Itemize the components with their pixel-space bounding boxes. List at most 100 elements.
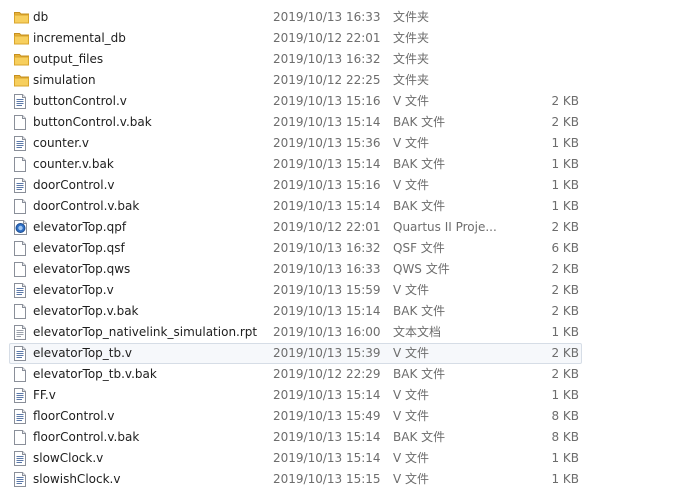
file-size: 1 KB <box>551 199 579 213</box>
file-type: 文件夹 <box>393 73 430 87</box>
file-row[interactable]: output_files 2019/10/13 16:32 文件夹 <box>0 49 681 70</box>
file-row[interactable]: db 2019/10/13 16:33 文件夹 <box>0 7 681 28</box>
file-name[interactable]: FF.v <box>33 385 56 406</box>
file-row[interactable]: buttonControl.v 2019/10/13 15:16 V 文件 2 KB <box>0 91 681 112</box>
folder-icon <box>14 52 29 67</box>
folder-icon <box>14 10 29 25</box>
file-row[interactable]: elevatorTop.v.bak 2019/10/13 15:14 BAK 文件 2… <box>0 301 681 322</box>
file-name[interactable]: counter.v <box>33 133 89 154</box>
file-name[interactable]: slowishClock.v <box>33 469 120 490</box>
file-size: 1 KB <box>551 472 579 486</box>
file-date-modified: 2019/10/13 16:00 <box>273 325 381 339</box>
file-row[interactable]: floorControl.v.bak 2019/10/13 15:14 BAK 文件… <box>0 427 681 448</box>
file-row[interactable]: slowClock.v 2019/10/13 15:14 V 文件 1 KB <box>0 448 681 469</box>
text-file-icon <box>14 346 28 361</box>
file-date-modified: 2019/10/12 22:01 <box>273 220 381 234</box>
file-name[interactable]: db <box>33 7 48 28</box>
file-row[interactable]: elevatorTop_nativelink_simulation.rpt 201… <box>0 322 681 343</box>
file-name[interactable]: elevatorTop_tb.v.bak <box>33 364 157 385</box>
file-date-modified: 2019/10/13 15:16 <box>273 178 381 192</box>
file-name[interactable]: buttonControl.v <box>33 91 127 112</box>
file-name[interactable]: slowClock.v <box>33 448 103 469</box>
file-name[interactable]: elevatorTop.v.bak <box>33 301 139 322</box>
file-name[interactable]: output_files <box>33 49 103 70</box>
file-row[interactable]: elevatorTop.qsf 2019/10/13 16:32 QSF 文件 6 K… <box>0 238 681 259</box>
file-name[interactable]: doorControl.v <box>33 175 115 196</box>
file-row[interactable]: floorControl.v 2019/10/13 15:49 V 文件 8 KB <box>0 406 681 427</box>
file-date-modified: 2019/10/12 22:01 <box>273 31 381 45</box>
file-size: 2 KB <box>551 304 579 318</box>
folder-icon <box>14 31 29 46</box>
file-name[interactable]: simulation <box>33 70 96 91</box>
file-name[interactable]: floorControl.v.bak <box>33 427 139 448</box>
file-row[interactable]: elevatorTop_tb.v 2019/10/13 15:39 V 文件 2 KB <box>0 343 681 364</box>
file-row[interactable]: elevatorTop.qws 2019/10/13 16:33 QWS 文件 2 K… <box>0 259 681 280</box>
blank-file-icon <box>14 304 28 319</box>
file-type: V 文件 <box>393 451 430 465</box>
file-size: 1 KB <box>551 388 579 402</box>
text-file-icon <box>14 451 28 466</box>
folder-icon <box>14 73 29 88</box>
file-row[interactable]: elevatorTop.qpf 2019/10/12 22:01 Quartus I… <box>0 217 681 238</box>
file-size: 2 KB <box>551 346 579 360</box>
file-type: BAK 文件 <box>393 157 446 171</box>
blank-file-icon <box>14 367 28 382</box>
file-type: V 文件 <box>393 94 430 108</box>
file-size: 1 KB <box>551 178 579 192</box>
file-type: 文件夹 <box>393 10 430 24</box>
file-type: V 文件 <box>393 409 430 423</box>
file-row[interactable]: counter.v.bak 2019/10/13 15:14 BAK 文件 1 KB <box>0 154 681 175</box>
file-size: 8 KB <box>551 409 579 423</box>
file-type: BAK 文件 <box>393 367 446 381</box>
file-row[interactable]: simulation 2019/10/12 22:25 文件夹 <box>0 70 681 91</box>
file-row[interactable]: slowishClock.v 2019/10/13 15:15 V 文件 1 KB <box>0 469 681 490</box>
file-name[interactable]: elevatorTop_nativelink_simulation.rpt <box>33 322 257 343</box>
file-row[interactable]: buttonControl.v.bak 2019/10/13 15:14 BAK 文… <box>0 112 681 133</box>
file-date-modified: 2019/10/13 16:32 <box>273 52 381 66</box>
file-name[interactable]: floorControl.v <box>33 406 114 427</box>
file-type: V 文件 <box>393 136 430 150</box>
file-size: 1 KB <box>551 157 579 171</box>
file-type: V 文件 <box>393 346 430 360</box>
file-size: 2 KB <box>551 220 579 234</box>
file-name[interactable]: elevatorTop.qws <box>33 259 130 280</box>
file-row[interactable]: doorControl.v.bak 2019/10/13 15:14 BAK 文件 1… <box>0 196 681 217</box>
file-date-modified: 2019/10/13 15:14 <box>273 388 381 402</box>
file-type: BAK 文件 <box>393 115 446 129</box>
file-name[interactable]: buttonControl.v.bak <box>33 112 152 133</box>
blank-file-icon <box>14 115 28 130</box>
file-name[interactable]: doorControl.v.bak <box>33 196 139 217</box>
file-type: BAK 文件 <box>393 199 446 213</box>
file-date-modified: 2019/10/13 15:39 <box>273 346 381 360</box>
file-date-modified: 2019/10/13 15:14 <box>273 430 381 444</box>
file-row[interactable]: FF.v 2019/10/13 15:14 V 文件 1 KB <box>0 385 681 406</box>
file-date-modified: 2019/10/13 15:59 <box>273 283 381 297</box>
file-date-modified: 2019/10/12 22:29 <box>273 367 381 381</box>
file-row[interactable]: doorControl.v 2019/10/13 15:16 V 文件 1 KB <box>0 175 681 196</box>
file-row[interactable]: elevatorTop.v 2019/10/13 15:59 V 文件 2 KB <box>0 280 681 301</box>
file-type: 文件夹 <box>393 31 430 45</box>
file-name[interactable]: elevatorTop.v <box>33 280 114 301</box>
file-row[interactable]: counter.v 2019/10/13 15:36 V 文件 1 KB <box>0 133 681 154</box>
file-name[interactable]: elevatorTop.qsf <box>33 238 125 259</box>
text-file-icon <box>14 178 28 193</box>
file-date-modified: 2019/10/13 15:14 <box>273 157 381 171</box>
file-type: BAK 文件 <box>393 304 446 318</box>
file-row[interactable]: elevatorTop_tb.v.bak 2019/10/12 22:29 BAK … <box>0 364 681 385</box>
file-list: db 2019/10/13 16:33 文件夹 incremental_db 2019/… <box>0 7 681 490</box>
file-name[interactable]: incremental_db <box>33 28 126 49</box>
file-name[interactable]: counter.v.bak <box>33 154 114 175</box>
file-type: Quartus II Proje... <box>393 220 497 234</box>
text-file-icon <box>14 94 28 109</box>
file-date-modified: 2019/10/13 15:16 <box>273 94 381 108</box>
file-date-modified: 2019/10/13 15:14 <box>273 451 381 465</box>
file-size: 6 KB <box>551 241 579 255</box>
file-row[interactable]: incremental_db 2019/10/12 22:01 文件夹 <box>0 28 681 49</box>
file-size: 1 KB <box>551 136 579 150</box>
file-name[interactable]: elevatorTop_tb.v <box>33 343 132 364</box>
file-type: 文件夹 <box>393 52 430 66</box>
file-type: V 文件 <box>393 178 430 192</box>
file-name[interactable]: elevatorTop.qpf <box>33 217 126 238</box>
file-size: 8 KB <box>551 430 579 444</box>
file-date-modified: 2019/10/13 16:33 <box>273 262 381 276</box>
